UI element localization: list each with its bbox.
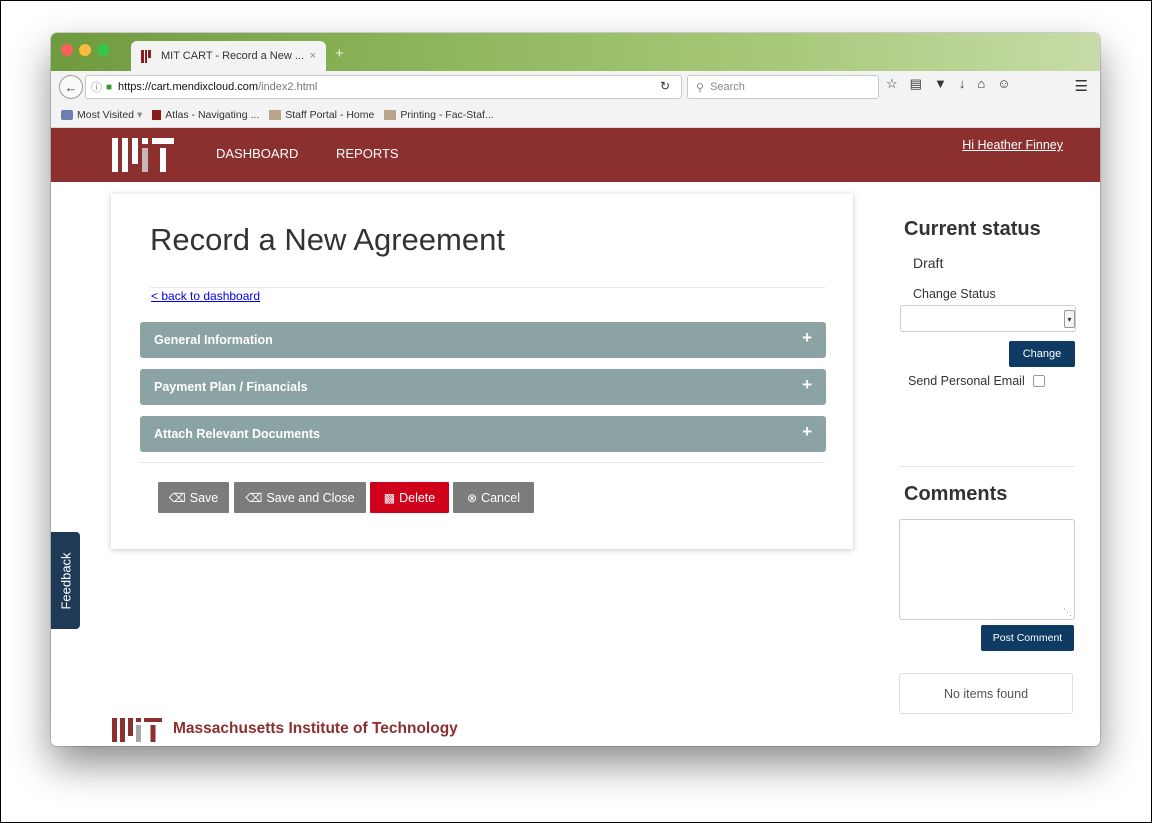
menu-icon[interactable]: ☰ [1075, 77, 1088, 95]
section-label: General Information [154, 333, 273, 347]
page-title: Record a New Agreement [150, 222, 505, 257]
page-content: Record a New Agreement < back to dashboa… [51, 182, 1100, 746]
expand-plus-icon[interactable]: + [802, 328, 812, 348]
browser-tab[interactable]: MIT CART - Record a New ... × [131, 41, 326, 71]
search-input[interactable]: ⚲ Search [687, 75, 879, 99]
bookmark-most-visited[interactable]: Most Visited ▾ [61, 109, 142, 121]
lock-icon: ■ [106, 81, 113, 93]
section-payment-plan[interactable]: Payment Plan / Financials + [140, 369, 826, 405]
save-and-close-button[interactable]: ⌫ Save and Close [234, 482, 366, 513]
divider [140, 462, 825, 463]
home-icon[interactable]: ⌂ [977, 76, 985, 96]
expand-plus-icon[interactable]: + [802, 422, 812, 442]
trash-icon: ▩ [383, 490, 396, 505]
search-placeholder: Search [710, 81, 745, 93]
feedback-tab[interactable]: Feedback [51, 532, 80, 629]
bookmark-label: Most Visited [77, 109, 134, 121]
status-value: Draft [913, 255, 944, 271]
current-status-heading: Current status [904, 218, 1041, 240]
download-icon[interactable]: ↓ [959, 76, 966, 96]
close-tab-icon[interactable]: × [310, 50, 316, 62]
bookmark-printing[interactable]: Printing - Fac-Staf... [384, 109, 494, 121]
close-window-button[interactable] [61, 44, 73, 56]
comment-textarea[interactable]: ⋱ [899, 519, 1075, 620]
pocket-icon[interactable]: ▼ [934, 76, 947, 96]
divider [150, 287, 825, 288]
building-icon [269, 110, 282, 120]
building-icon [384, 110, 397, 120]
chevron-down-icon: ▾ [137, 109, 143, 121]
tab-title: MIT CART - Record a New ... [161, 50, 305, 62]
send-email-label: Send Personal Email [908, 374, 1025, 388]
divider [900, 466, 1075, 467]
bookmark-label: Printing - Fac-Staf... [400, 109, 494, 121]
back-arrow-icon[interactable]: ← [59, 75, 83, 99]
mit-favicon-icon [141, 49, 153, 63]
smiley-icon[interactable]: ☺ [997, 76, 1010, 96]
resize-grip-icon[interactable]: ⋱ [1063, 607, 1072, 618]
footer-institution-name: Massachusetts Institute of Technology [173, 720, 458, 737]
mit-footer-logo [112, 718, 162, 742]
nav-dashboard[interactable]: DASHBOARD [216, 146, 298, 161]
reload-icon[interactable]: ↻ [650, 75, 680, 97]
delete-button[interactable]: ▩ Delete [370, 482, 449, 513]
section-label: Payment Plan / Financials [154, 380, 308, 394]
browser-window: MIT CART - Record a New ... × + ← ⓘ ■ ht… [51, 33, 1100, 746]
save-icon: ⌫ [168, 490, 186, 505]
nav-reports[interactable]: REPORTS [336, 146, 399, 161]
button-label: Save and Close [266, 490, 355, 505]
comments-heading: Comments [904, 483, 1008, 505]
url-text: https://cart.mendixcloud.com/index2.html [118, 81, 318, 93]
section-label: Attach Relevant Documents [154, 427, 321, 441]
bookmark-star-icon[interactable]: ☆ [886, 76, 898, 96]
section-attach-documents[interactable]: Attach Relevant Documents + [140, 416, 826, 452]
bookmark-staff-portal[interactable]: Staff Portal - Home [269, 109, 374, 121]
button-label: Delete [399, 490, 436, 505]
browser-toolbar: ☆ ▤ ▼ ↓ ⌂ ☺ [886, 76, 1010, 96]
expand-plus-icon[interactable]: + [802, 375, 812, 395]
cancel-button[interactable]: ⊗ Cancel [453, 482, 534, 513]
minimize-window-button[interactable] [79, 44, 91, 56]
button-label: Save [189, 490, 219, 505]
bookmark-label: Atlas - Navigating ... [165, 109, 260, 121]
bookmark-atlas[interactable]: Atlas - Navigating ... [152, 109, 259, 121]
button-label: Cancel [481, 490, 520, 505]
bookmarks-bar: Most Visited ▾ Atlas - Navigating ... Sta… [51, 103, 1100, 128]
browser-navbar: ← ⓘ ■ https://cart.mendixcloud.com/index… [51, 71, 1100, 103]
browser-titlebar: MIT CART - Record a New ... × + [51, 33, 1100, 71]
save-icon: ⌫ [245, 490, 263, 505]
status-select[interactable]: ▾ [900, 305, 1076, 332]
new-tab-icon[interactable]: + [335, 45, 344, 62]
change-status-button[interactable]: Change [1009, 341, 1075, 367]
url-bar[interactable]: ⓘ ■ https://cart.mendixcloud.com/index2.… [85, 75, 682, 99]
folder-icon [61, 110, 73, 120]
send-email-checkbox[interactable] [1032, 375, 1045, 387]
comments-empty-state: No items found [899, 673, 1073, 714]
feedback-label: Feedback [58, 551, 73, 610]
reading-list-icon[interactable]: ▤ [910, 76, 922, 96]
back-to-dashboard-link[interactable]: < back to dashboard [151, 289, 260, 303]
dropdown-arrow-icon[interactable]: ▾ [1064, 310, 1075, 328]
search-icon: ⚲ [696, 81, 705, 94]
cancel-circle-icon: ⊗ [467, 490, 478, 505]
zoom-window-button[interactable] [97, 44, 109, 56]
change-status-label: Change Status [913, 287, 996, 301]
post-comment-button[interactable]: Post Comment [981, 625, 1074, 651]
site-header: DASHBOARD REPORTS Hi Heather Finney [51, 128, 1100, 182]
user-greeting-link[interactable]: Hi Heather Finney [962, 138, 1063, 152]
agreement-form-card: Record a New Agreement < back to dashboa… [111, 194, 853, 549]
section-general-information[interactable]: General Information + [140, 322, 826, 358]
bookmark-label: Staff Portal - Home [285, 109, 375, 121]
mit-favicon-icon [152, 110, 162, 120]
info-icon[interactable]: ⓘ [91, 79, 102, 95]
save-button[interactable]: ⌫ Save [158, 482, 229, 513]
send-personal-email-option: Send Personal Email [908, 374, 1045, 388]
mit-logo[interactable] [112, 138, 182, 172]
